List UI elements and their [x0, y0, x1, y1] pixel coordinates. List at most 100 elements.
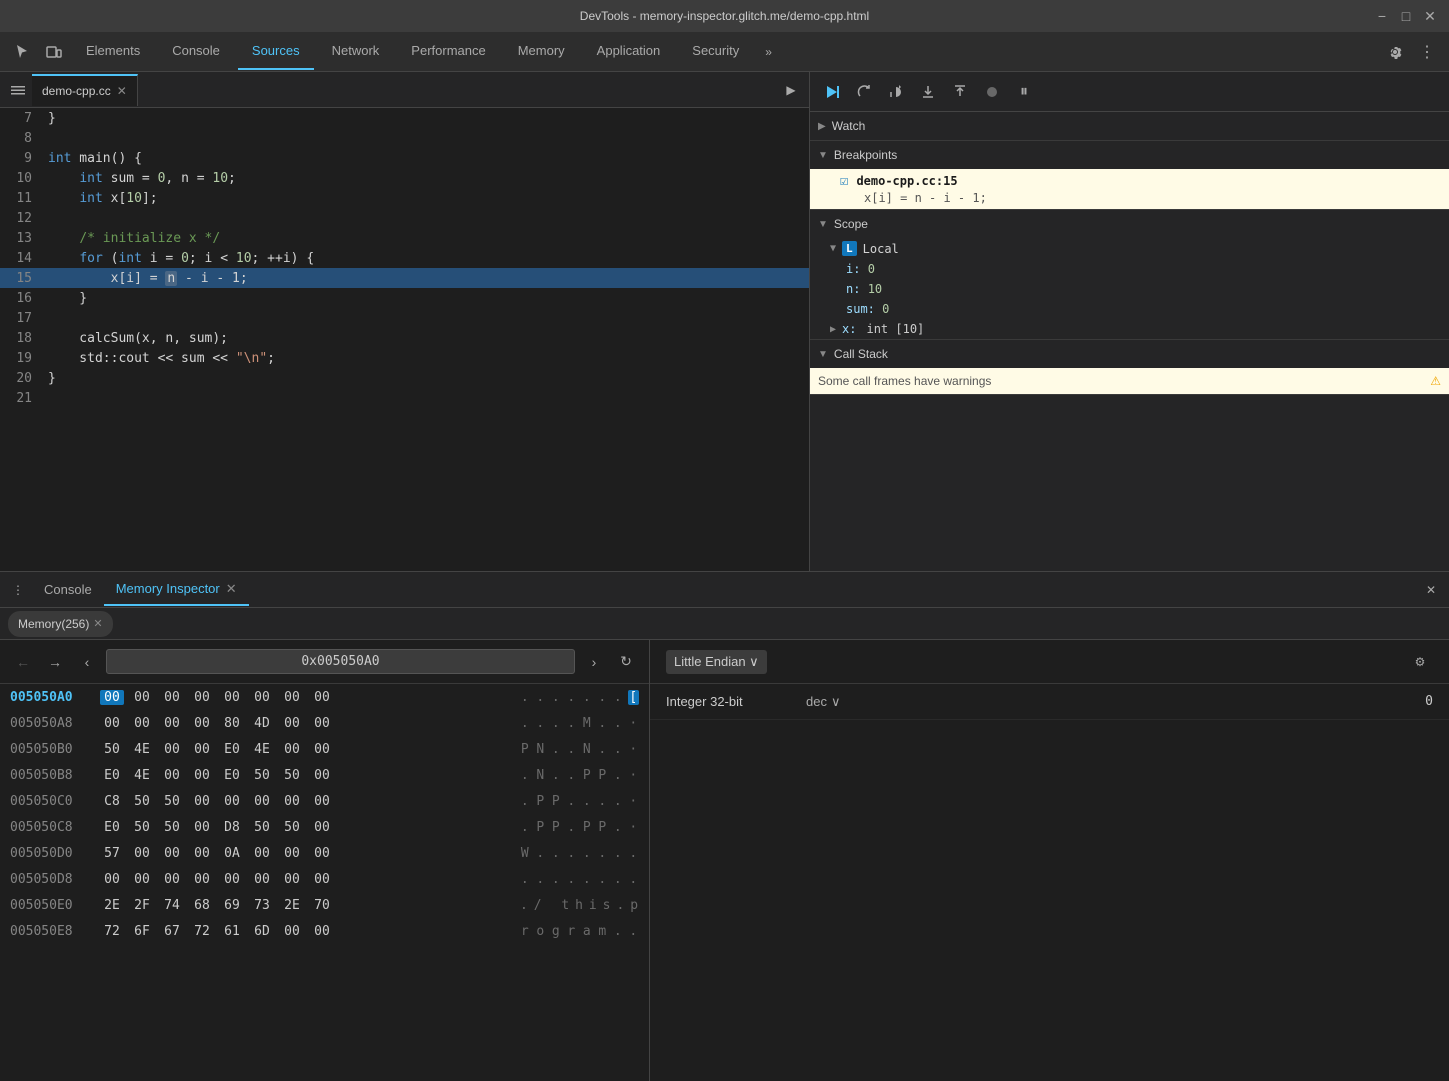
- hex-ascii-char[interactable]: P: [581, 820, 593, 835]
- hex-byte[interactable]: 67: [160, 924, 184, 939]
- step-out-button[interactable]: [946, 78, 974, 106]
- hex-byte[interactable]: 6D: [250, 924, 274, 939]
- hex-byte[interactable]: 00: [280, 794, 304, 809]
- hex-ascii-char[interactable]: .: [628, 846, 640, 861]
- memory-address-input[interactable]: 0x005050A0: [106, 649, 575, 674]
- hex-byte[interactable]: 00: [310, 872, 334, 887]
- hex-byte[interactable]: 00: [190, 820, 214, 835]
- tab-console[interactable]: Console: [158, 34, 234, 70]
- hex-byte[interactable]: 00: [100, 872, 124, 887]
- hex-byte[interactable]: 50: [130, 794, 154, 809]
- hex-byte[interactable]: 00: [310, 768, 334, 783]
- hex-byte[interactable]: 50: [280, 768, 304, 783]
- hex-ascii-char[interactable]: .: [519, 690, 531, 705]
- scope-var-x[interactable]: ▶ x: int [10]: [810, 319, 1449, 339]
- hex-byte[interactable]: E0: [220, 742, 244, 757]
- callstack-header[interactable]: ▼ Call Stack: [810, 340, 1449, 368]
- hex-byte[interactable]: 00: [130, 872, 154, 887]
- hex-byte[interactable]: 00: [190, 846, 214, 861]
- hex-ascii-char[interactable]: .: [597, 846, 609, 861]
- hex-ascii-char[interactable]: [547, 898, 557, 913]
- hex-byte[interactable]: 0A: [220, 846, 244, 861]
- tab-memory-inspector[interactable]: Memory Inspector ✕: [104, 574, 249, 606]
- hex-ascii-char[interactable]: .: [612, 924, 624, 939]
- hex-ascii-char[interactable]: .: [519, 768, 531, 783]
- scope-header[interactable]: ▼ Scope: [810, 210, 1449, 238]
- hex-ascii-char[interactable]: .: [550, 846, 562, 861]
- memory-subtab-close-icon[interactable]: ✕: [93, 617, 102, 630]
- hex-byte[interactable]: 00: [280, 924, 304, 939]
- more-tabs-button[interactable]: »: [757, 45, 780, 59]
- hex-ascii-char[interactable]: N: [581, 742, 593, 757]
- hex-ascii-char[interactable]: .: [550, 872, 562, 887]
- hex-ascii-char[interactable]: W: [519, 846, 531, 861]
- hex-ascii-char[interactable]: t: [560, 898, 570, 913]
- hex-ascii-char[interactable]: r: [566, 924, 578, 939]
- hex-ascii-char[interactable]: [: [628, 690, 640, 705]
- hex-ascii-char[interactable]: .: [519, 820, 531, 835]
- hex-byte[interactable]: 00: [250, 690, 274, 705]
- hex-ascii-char[interactable]: r: [519, 924, 531, 939]
- hex-byte[interactable]: 00: [190, 872, 214, 887]
- tab-security[interactable]: Security: [678, 34, 753, 70]
- hex-ascii-char[interactable]: P: [581, 768, 593, 783]
- hex-byte[interactable]: 2F: [130, 898, 154, 913]
- hex-byte[interactable]: E0: [100, 820, 124, 835]
- hex-byte[interactable]: 70: [310, 898, 334, 913]
- hex-byte[interactable]: 50: [100, 742, 124, 757]
- reload-button[interactable]: [850, 78, 878, 106]
- hex-ascii-char[interactable]: .: [519, 898, 529, 913]
- hex-byte[interactable]: 50: [160, 794, 184, 809]
- hex-ascii-char[interactable]: M: [581, 716, 593, 731]
- hex-byte[interactable]: 00: [250, 872, 274, 887]
- tab-network[interactable]: Network: [318, 34, 394, 70]
- hex-ascii-char[interactable]: .: [519, 716, 531, 731]
- hex-ascii-char[interactable]: P: [597, 820, 609, 835]
- maximize-button[interactable]: □: [1399, 9, 1413, 23]
- hex-ascii-char[interactable]: .: [566, 846, 578, 861]
- hex-byte[interactable]: 00: [280, 742, 304, 757]
- hex-ascii-char[interactable]: .: [612, 846, 624, 861]
- hex-ascii-char[interactable]: .: [628, 924, 640, 939]
- memory-256-tab[interactable]: Memory(256) ✕: [8, 611, 113, 637]
- hex-ascii-char[interactable]: .: [566, 768, 578, 783]
- hex-byte[interactable]: 00: [310, 690, 334, 705]
- hex-ascii-char[interactable]: .: [612, 742, 624, 757]
- hex-ascii-char[interactable]: P: [535, 794, 547, 809]
- hex-ascii-char[interactable]: .: [581, 794, 593, 809]
- hex-ascii-char[interactable]: .: [550, 690, 562, 705]
- hex-byte[interactable]: 00: [100, 690, 124, 705]
- hex-byte[interactable]: C8: [100, 794, 124, 809]
- inspector-format-dropdown[interactable]: dec ∨: [806, 694, 840, 710]
- hex-ascii-char[interactable]: a: [581, 924, 593, 939]
- hex-ascii-char[interactable]: ·: [628, 742, 640, 757]
- hex-ascii-char[interactable]: .: [535, 690, 547, 705]
- hex-byte[interactable]: 50: [250, 820, 274, 835]
- deactivate-breakpoints-button[interactable]: [978, 78, 1006, 106]
- device-toolbar-icon[interactable]: [40, 38, 68, 66]
- more-options-icon[interactable]: ⋮: [1413, 38, 1441, 66]
- hex-ascii-char[interactable]: .: [535, 872, 547, 887]
- hex-ascii-char[interactable]: P: [550, 794, 562, 809]
- hex-byte[interactable]: 00: [310, 820, 334, 835]
- hex-ascii-char[interactable]: m: [597, 924, 609, 939]
- memory-next-button[interactable]: ›: [581, 649, 607, 675]
- hex-ascii-char[interactable]: .: [535, 846, 547, 861]
- hex-byte[interactable]: 00: [190, 690, 214, 705]
- tab-performance[interactable]: Performance: [397, 34, 499, 70]
- breakpoints-header[interactable]: ▼ Breakpoints: [810, 141, 1449, 169]
- hex-byte[interactable]: 00: [280, 690, 304, 705]
- hex-byte[interactable]: 00: [310, 742, 334, 757]
- hex-ascii-char[interactable]: .: [519, 872, 531, 887]
- breakpoint-checkbox[interactable]: ☑: [840, 173, 848, 189]
- hex-ascii-char[interactable]: .: [597, 716, 609, 731]
- hex-ascii-char[interactable]: .: [597, 872, 609, 887]
- memory-back-button[interactable]: ←: [10, 649, 36, 675]
- source-tab-close-icon[interactable]: ✕: [117, 84, 127, 98]
- hex-ascii-char[interactable]: .: [612, 690, 624, 705]
- hex-ascii-char[interactable]: .: [597, 742, 609, 757]
- hex-byte[interactable]: 00: [130, 716, 154, 731]
- hex-ascii-char[interactable]: .: [597, 794, 609, 809]
- hex-ascii-char[interactable]: N: [535, 768, 547, 783]
- hex-ascii-char[interactable]: .: [535, 716, 547, 731]
